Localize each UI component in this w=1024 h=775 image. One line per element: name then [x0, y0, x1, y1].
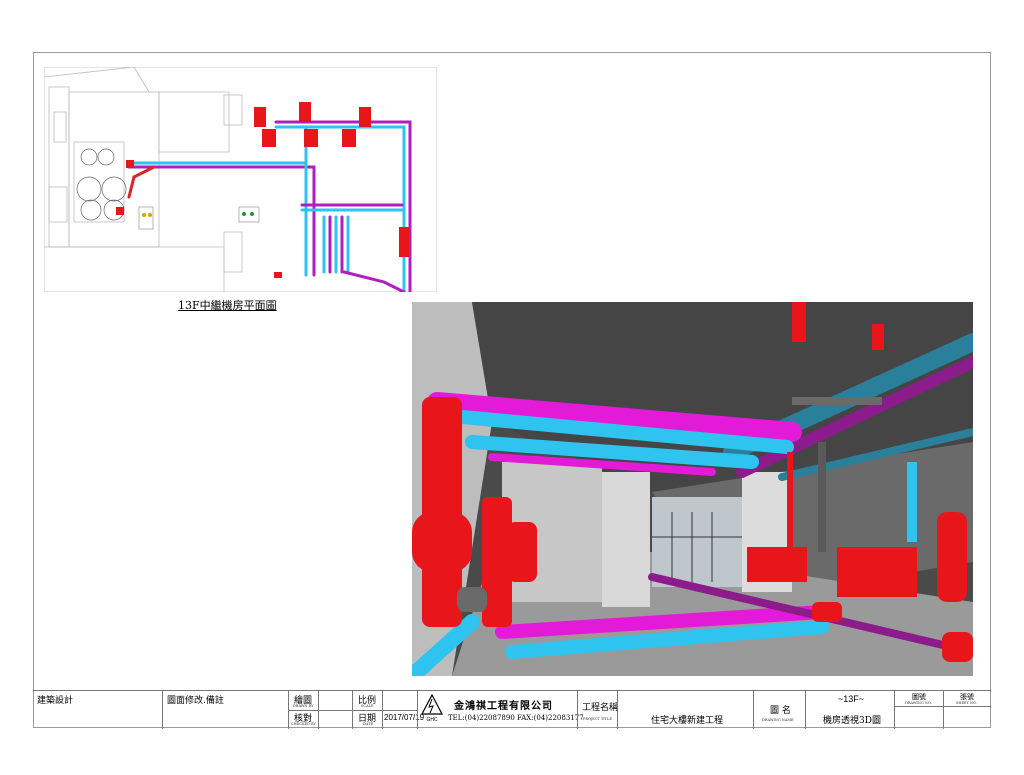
drawing-name-label: 圖 名 [770, 706, 791, 716]
company-name: 金鴻祺工程有限公司 [454, 701, 553, 712]
title-block: 建築設計 圖面修改.備註 繪圖 DRAWN BY 核對 CHECKED BY 比… [33, 690, 991, 729]
revisions-label: 圖面修改.備註 [167, 696, 224, 706]
revisions-cell: 圖面修改.備註 [162, 691, 288, 729]
machine-room-3d-render [412, 302, 973, 676]
sheet-no-en: SHEET NO. [956, 701, 977, 705]
drawing-name-cell: ~13F~ 機房透視3D圖 [805, 691, 894, 729]
project-title-en: PROJECT TITLE [583, 717, 612, 721]
drawing-no-cell: 圖號 DRAWING NO. [894, 691, 943, 729]
project-name-cell: 住宅大樓新建工程 [617, 691, 753, 729]
drawing-name-label-cell: 圖 名 DRAWING NAME [753, 691, 805, 729]
company-fax: FAX:(04)22083177 [517, 714, 584, 722]
project-name: 住宅大樓新建工程 [651, 716, 724, 726]
titleblock-divider [288, 710, 417, 711]
floor-label: ~13F~ [838, 694, 865, 704]
company-tel: TEL:(04)22087890 [448, 714, 515, 722]
drawn-by-en: DRAWN BY [293, 704, 314, 708]
titleblock-divider-right [894, 706, 991, 707]
drawing-no-en: DRAWING NO. [905, 701, 932, 705]
floor-plan-drawing [44, 67, 437, 292]
svg-text:GHC: GHC [426, 717, 438, 723]
drawing-name: 機房透視3D圖 [823, 716, 881, 726]
project-title-label-cell: 工程名稱 PROJECT TITLE [577, 691, 619, 729]
checked-by-en: CHECKED BY [291, 722, 316, 726]
plan-title: 13F中繼機房平面圖 [178, 299, 277, 312]
scale-en: SCALE [361, 704, 374, 708]
date-en: DATE [363, 722, 374, 726]
company-cell: GHC 金鴻祺工程有限公司 TEL:(04)22087890 FAX:(04)2… [417, 691, 584, 729]
drawing-name-en: DRAWING NAME [762, 718, 794, 722]
architect-label: 建築設計 [37, 696, 74, 706]
company-logo-icon: GHC [421, 694, 443, 723]
sheet-no-cell: 張號 SHEET NO. [943, 691, 991, 729]
project-title-label: 工程名稱 [582, 703, 619, 713]
